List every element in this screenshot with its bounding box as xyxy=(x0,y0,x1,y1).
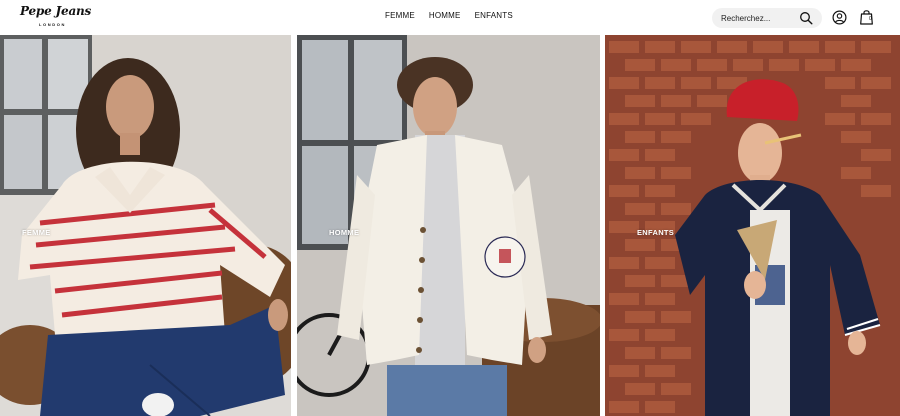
search-icon[interactable] xyxy=(799,11,813,25)
hero-panel-femme[interactable]: FEMME xyxy=(0,35,291,416)
brand-logo-tagline: LONDON xyxy=(39,22,66,27)
hero-label-homme[interactable]: HOMME xyxy=(329,228,359,237)
hero-image-enfants xyxy=(605,35,900,416)
hero-image-femme xyxy=(0,35,291,416)
nav-link-femme[interactable]: FEMME xyxy=(385,10,415,22)
brand-logo-wordmark: Pepe Jeans xyxy=(20,4,92,18)
hero-label-femme[interactable]: FEMME xyxy=(22,228,51,237)
hero-panel-homme[interactable]: HOMME xyxy=(297,35,600,416)
main-nav: FEMME HOMME ENFANTS xyxy=(385,10,513,22)
search-bar[interactable] xyxy=(712,8,822,28)
cart-count: 0 xyxy=(869,16,872,22)
nav-link-homme[interactable]: HOMME xyxy=(429,10,461,22)
hero-label-enfants[interactable]: ENFANTS xyxy=(637,228,674,237)
brand-logo[interactable]: Pepe Jeans LONDON xyxy=(20,4,91,30)
hero-panel-enfants[interactable]: ENFANTS xyxy=(605,35,900,416)
hero-image-homme xyxy=(297,35,600,416)
site-header: Pepe Jeans LONDON FEMME HOMME ENFANTS 0 xyxy=(0,0,900,35)
user-icon[interactable] xyxy=(832,10,847,25)
nav-link-enfants[interactable]: ENFANTS xyxy=(475,10,513,22)
search-input[interactable] xyxy=(721,11,795,25)
